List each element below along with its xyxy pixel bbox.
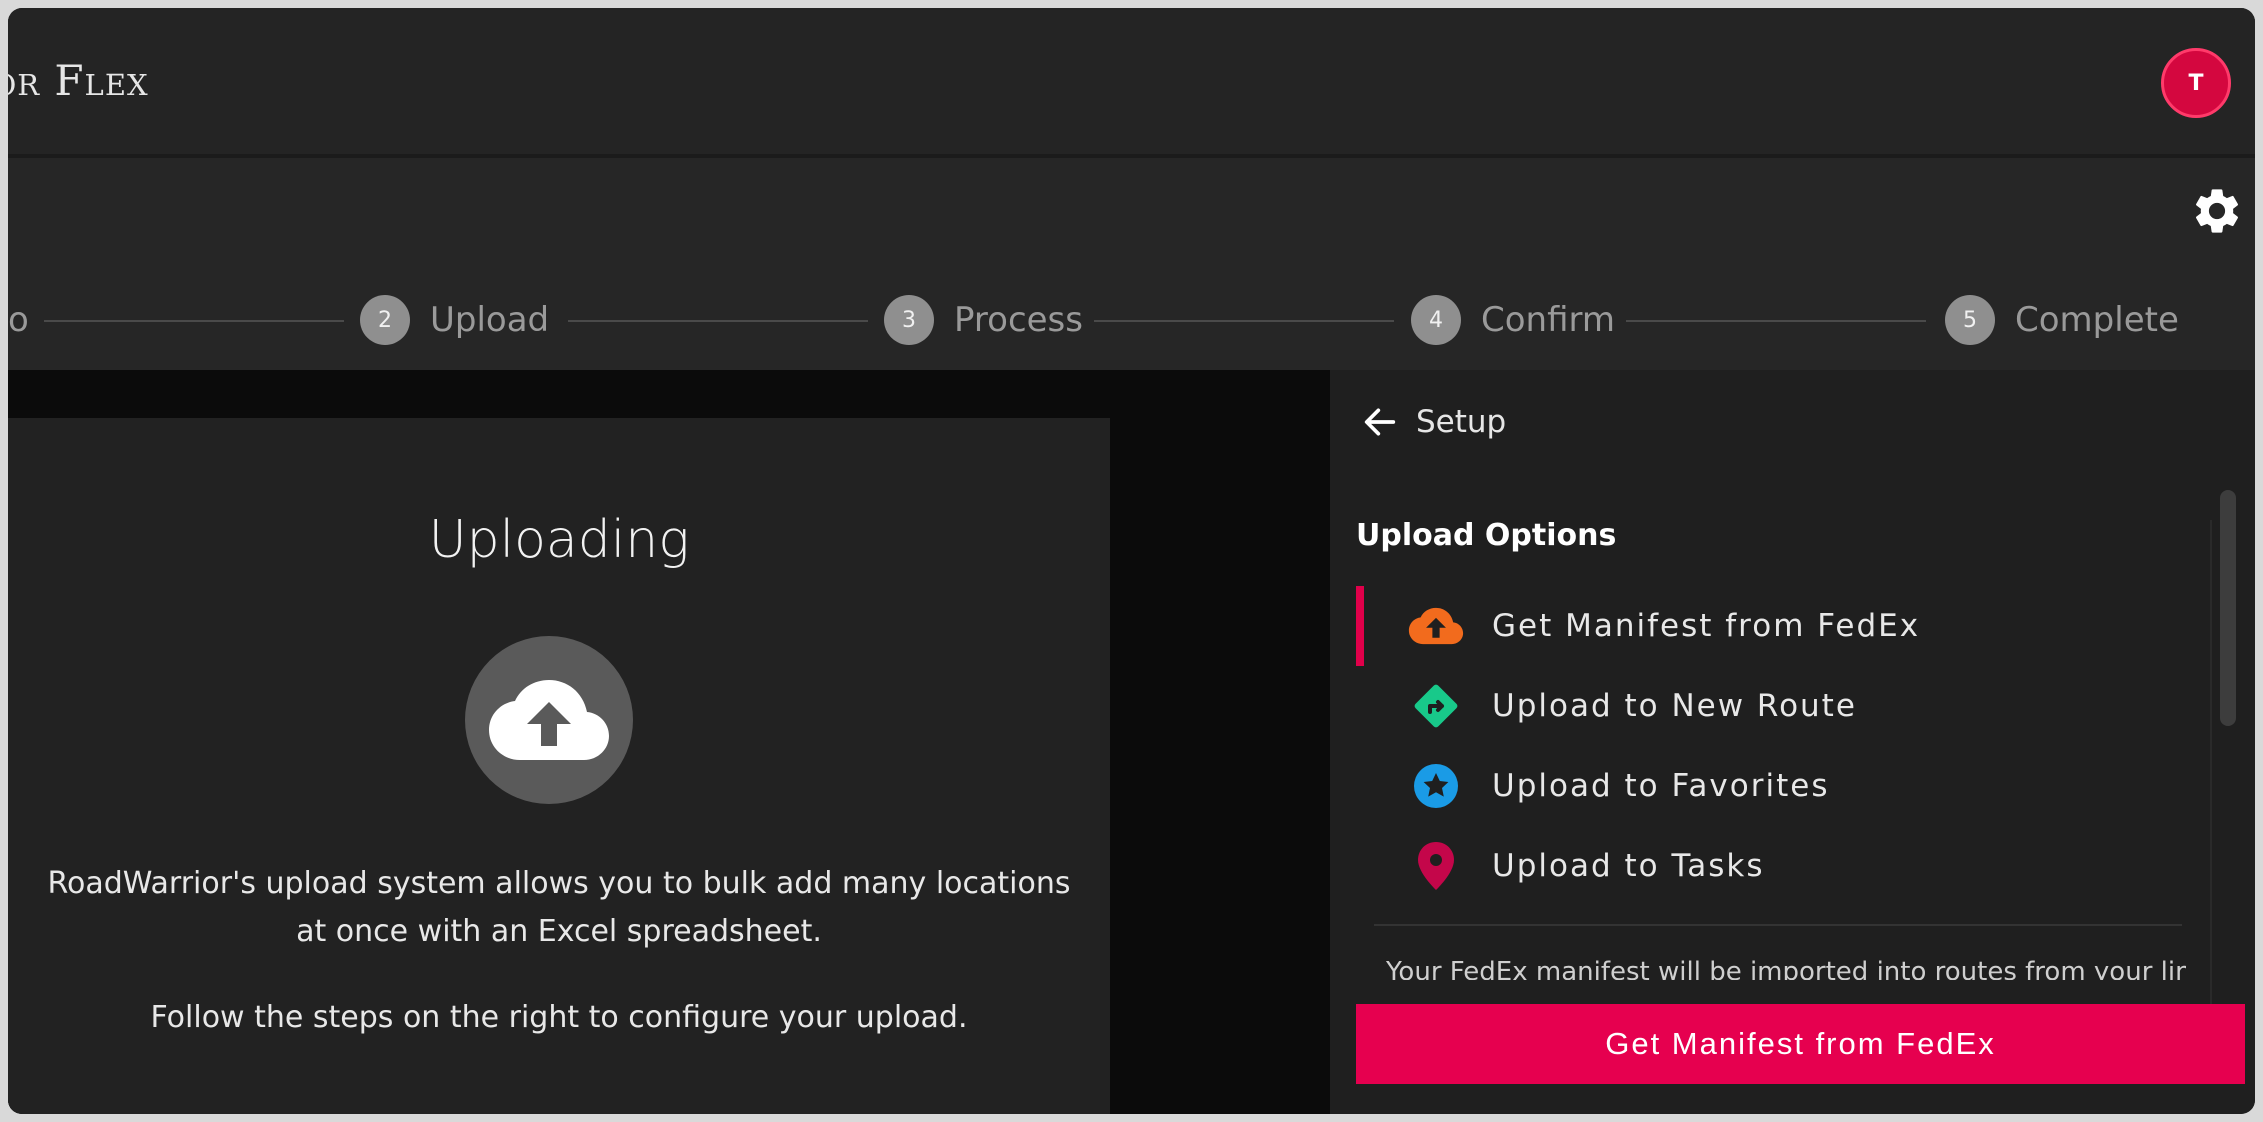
option-upload-tasks[interactable]: Upload to Tasks: [1356, 826, 2186, 906]
cloud-upload-icon: [489, 680, 609, 760]
route-sign-icon: [1406, 676, 1466, 736]
step-number: 5: [1945, 295, 1995, 345]
app-brand: ior Flex: [8, 56, 149, 105]
option-description: Your FedEx manifest will be imported int…: [1386, 957, 2186, 980]
option-upload-new-route[interactable]: Upload to New Route: [1356, 666, 2186, 746]
step-connector: [44, 320, 344, 322]
page-title: Uploading: [428, 510, 690, 570]
stepper-area: o 2 Upload 3 Process 4 Confirm 5 Complet…: [8, 158, 2255, 370]
description-line-2: at once with an Excel spreadsheet.: [296, 914, 822, 949]
step-upload: 2 Upload: [360, 294, 549, 346]
instruction-text: Follow the steps on the right to configu…: [150, 1000, 968, 1035]
option-label: Get Manifest from FedEx: [1492, 608, 1921, 644]
user-avatar[interactable]: T: [2161, 48, 2231, 118]
upload-cloud-icon: [465, 636, 633, 804]
get-manifest-button[interactable]: Get Manifest from FedEx: [1356, 1004, 2245, 1084]
selected-indicator: [1356, 586, 1364, 666]
setup-panel: Setup Upload Options Get Manifest from F…: [1330, 370, 2255, 1114]
step-setup: o: [8, 294, 29, 346]
option-label: Upload to Tasks: [1492, 848, 1765, 884]
step-connector: [568, 320, 868, 322]
step-label: Complete: [2015, 300, 2179, 340]
step-confirm: 4 Confirm: [1411, 294, 1615, 346]
step-number: 2: [360, 295, 410, 345]
top-app-bar: ior Flex T: [8, 8, 2255, 158]
step-label: o: [8, 300, 29, 340]
back-to-setup[interactable]: Setup: [1360, 402, 1506, 442]
step-connector: [1094, 320, 1394, 322]
step-complete: 5 Complete: [1945, 294, 2179, 346]
map-pin-icon: [1406, 836, 1466, 896]
option-label: Upload to Favorites: [1492, 768, 1830, 804]
option-get-manifest-fedex[interactable]: Get Manifest from FedEx: [1356, 586, 2186, 666]
section-label: Upload Options: [1356, 518, 1617, 553]
panel-scroll-track: [2210, 520, 2212, 1080]
upload-info-card: Uploading RoadWarrior's upload system al…: [8, 418, 1110, 1114]
description-line-1: RoadWarrior's upload system allows you t…: [47, 866, 1071, 901]
app-window: ior Flex T o 2 Upload 3 Process 4 Confir…: [8, 8, 2255, 1114]
step-process: 3 Process: [884, 294, 1083, 346]
step-label: Confirm: [1481, 300, 1616, 340]
option-label: Upload to New Route: [1492, 688, 1857, 724]
step-label: Process: [954, 300, 1083, 340]
divider: [1374, 924, 2182, 926]
step-connector: [1626, 320, 1926, 322]
panel-scrollbar[interactable]: [2220, 490, 2236, 726]
option-upload-favorites[interactable]: Upload to Favorites: [1356, 746, 2186, 826]
back-label: Setup: [1416, 404, 1507, 440]
step-number: 4: [1411, 295, 1461, 345]
gear-icon[interactable]: [2190, 184, 2244, 238]
step-number: 3: [884, 295, 934, 345]
step-label: Upload: [430, 300, 550, 340]
star-icon: [1406, 756, 1466, 816]
cloud-upload-icon: [1406, 596, 1466, 656]
arrow-left-icon: [1364, 408, 1396, 436]
